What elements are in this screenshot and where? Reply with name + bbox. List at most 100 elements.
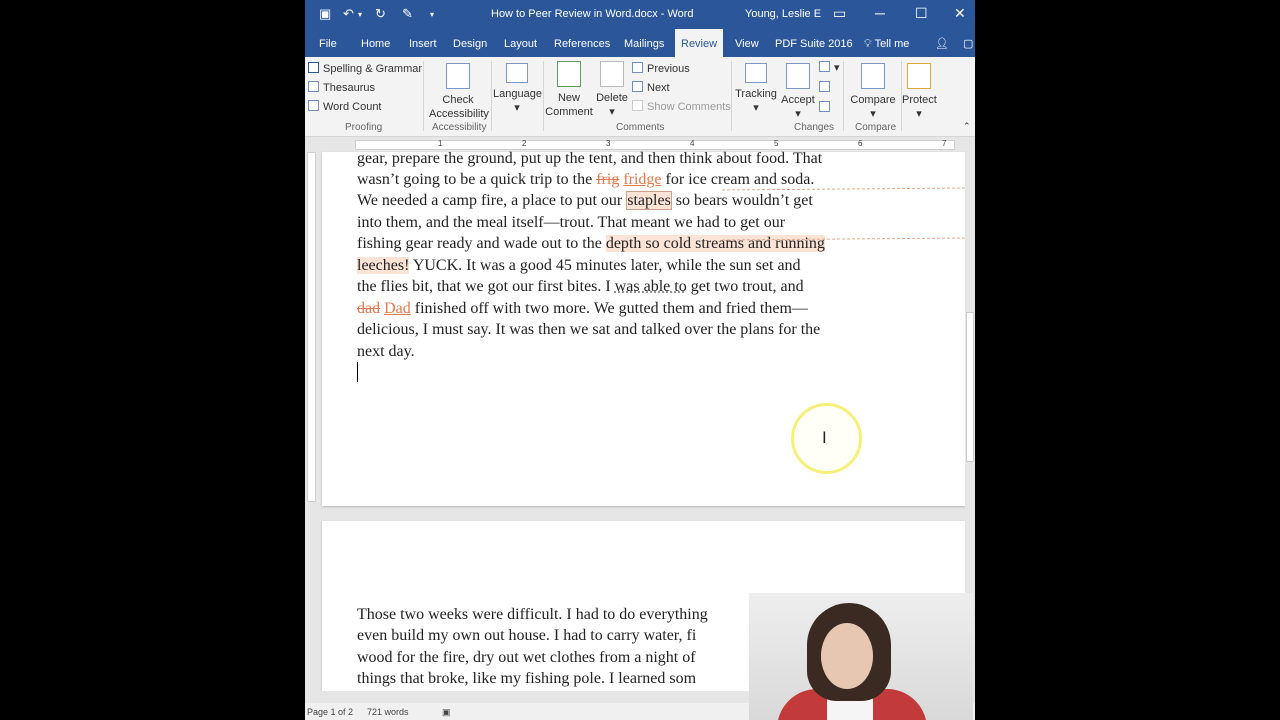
protect-button[interactable]: Protect ▾	[902, 63, 937, 121]
compare-group-label: Compare	[855, 122, 897, 133]
reject-glyph	[819, 61, 830, 72]
protect-label: Protect	[902, 94, 937, 106]
tab-design[interactable]: Design	[447, 29, 493, 57]
text-run: get two trout, and	[686, 278, 804, 295]
commented-text[interactable]: staples	[626, 191, 672, 210]
deleted-text[interactable]: frig	[596, 171, 619, 188]
text-run: wood for the fire, dry out wet clothes f…	[357, 649, 696, 666]
comments-pane-icon[interactable]: ▢	[957, 29, 975, 57]
inserted-text[interactable]: fridge	[623, 171, 661, 188]
presenter-face	[821, 623, 873, 689]
tab-references[interactable]: References	[548, 29, 616, 57]
previous-comment-button[interactable]: Previous	[632, 62, 690, 75]
compare-icon	[861, 63, 885, 89]
save-icon[interactable]: ▣	[319, 6, 331, 22]
text-run: wasn’t going to be a quick trip to the	[357, 171, 597, 188]
next-change-icon[interactable]	[819, 101, 834, 114]
tab-layout[interactable]: Layout	[498, 29, 543, 57]
next-label: Next	[647, 82, 670, 94]
tracking-icon	[745, 63, 767, 83]
text-run: into them, and the meal itself—trout. Th…	[357, 214, 786, 231]
new-comment-button[interactable]: New Comment	[545, 61, 593, 119]
tab-view[interactable]: View	[729, 29, 765, 57]
tab-file[interactable]: File	[313, 29, 343, 57]
text-run: delicious, I must say. It was then we sa…	[357, 321, 821, 338]
document-page[interactable]: gear, prepare the ground, put up the ten…	[322, 150, 966, 506]
thesaurus-label: Thesaurus	[323, 82, 375, 94]
proofing-status-icon[interactable]: ▣	[442, 707, 451, 718]
accept-check-icon	[786, 63, 810, 89]
tab-insert[interactable]: Insert	[403, 29, 443, 57]
text-run: next day.	[357, 343, 415, 360]
text-caret	[357, 362, 358, 382]
accessibility-group-label: Accessibility	[432, 122, 487, 133]
deleted-text[interactable]: dad	[357, 300, 380, 317]
tab-review[interactable]: Review	[675, 29, 724, 57]
chevron-down-icon: ▾	[753, 102, 759, 114]
scrollbar-thumb[interactable]	[966, 312, 974, 462]
tracking-label: Tracking	[735, 88, 777, 100]
webcam-overlay	[749, 593, 973, 720]
tab-pdf-suite[interactable]: PDF Suite 2016	[769, 29, 859, 57]
customize-qat-icon[interactable]: ▾	[430, 10, 434, 19]
show-comments-label: Show Comments	[647, 101, 731, 113]
separator	[731, 61, 732, 131]
accept-button[interactable]: Accept ▾	[779, 63, 817, 121]
tab-home[interactable]: Home	[355, 29, 396, 57]
check-accessibility-button[interactable]: Check Accessibility	[429, 63, 489, 121]
comment-label: Comment	[545, 106, 593, 118]
user-name[interactable]: Young, Leslie E	[745, 8, 821, 20]
close-icon[interactable]: ✕	[954, 5, 966, 22]
chevron-down-icon: ▾	[916, 108, 922, 120]
tell-me-search[interactable]: 💡︎ Tell me	[858, 29, 915, 57]
text-run: things that broke, like my fishing pole.…	[357, 670, 697, 687]
minimize-icon[interactable]: ─	[875, 5, 885, 21]
previous-change-icon[interactable]	[819, 81, 834, 94]
separator	[843, 61, 844, 131]
delete-comment-button[interactable]: Delete ▾	[593, 61, 631, 119]
thesaurus-button[interactable]: Thesaurus	[308, 81, 375, 94]
undo-dropdown-icon[interactable]: ▾	[358, 10, 362, 19]
grammar-flagged-text[interactable]: was able to	[615, 278, 687, 295]
word-count-button[interactable]: Word Count	[308, 100, 382, 113]
new-label: New	[557, 92, 580, 104]
inserted-text[interactable]: Dad	[384, 300, 411, 317]
text-line: delicious, I must say. It was then we sa…	[357, 319, 917, 341]
tab-mailings[interactable]: Mailings	[618, 29, 670, 57]
text-line: leeches! YUCK. It was a good 45 minutes …	[357, 255, 917, 277]
undo-icon[interactable]: ↶	[343, 6, 354, 22]
vertical-ruler[interactable]	[305, 152, 319, 692]
previous-label: Previous	[647, 63, 690, 75]
compare-button[interactable]: Compare ▾	[846, 63, 900, 121]
comment-connector-lines	[722, 187, 966, 241]
commented-text[interactable]: leeches!	[357, 257, 410, 274]
new-comment-icon	[557, 61, 581, 87]
format-painter-icon[interactable]: ✎	[402, 6, 413, 22]
tell-me-label: Tell me	[874, 38, 910, 50]
word-count-label: Word Count	[323, 101, 382, 113]
ruler-mark: 6	[858, 139, 863, 148]
tracking-button[interactable]: Tracking ▾	[733, 63, 779, 115]
word-count[interactable]: 721 words	[367, 707, 409, 717]
previous-icon	[632, 62, 643, 73]
reject-icon[interactable]: ▾	[819, 61, 840, 74]
text-line: next day.	[357, 341, 917, 363]
ribbon-display-icon[interactable]: ▭	[833, 5, 846, 22]
ruler-mark: 7	[942, 139, 947, 148]
show-comments-icon	[632, 100, 643, 111]
collapse-ribbon-icon[interactable]: ⌃	[963, 121, 971, 132]
spelling-grammar-button[interactable]: Spelling & Grammar	[308, 62, 422, 75]
next-icon	[632, 81, 643, 92]
share-icon[interactable]: 👤︎	[929, 29, 955, 57]
separator	[543, 61, 544, 131]
page-count[interactable]: Page 1 of 2	[307, 707, 353, 717]
next-comment-button[interactable]: Next	[632, 81, 670, 94]
ribbon-tabs: File Home Insert Design Layout Reference…	[305, 29, 975, 57]
show-comments-button[interactable]: Show Comments	[632, 100, 731, 113]
language-button[interactable]: Language ▾	[493, 63, 542, 115]
text-run: Those two weeks were difficult. I had to…	[357, 606, 708, 623]
redo-icon[interactable]: ↻	[375, 6, 386, 22]
title-bar: ▣ ↶ ▾ ↻ ✎ ▾ How to Peer Review in Word.d…	[305, 0, 975, 29]
separator	[423, 61, 424, 131]
maximize-icon[interactable]: ☐	[915, 5, 928, 22]
